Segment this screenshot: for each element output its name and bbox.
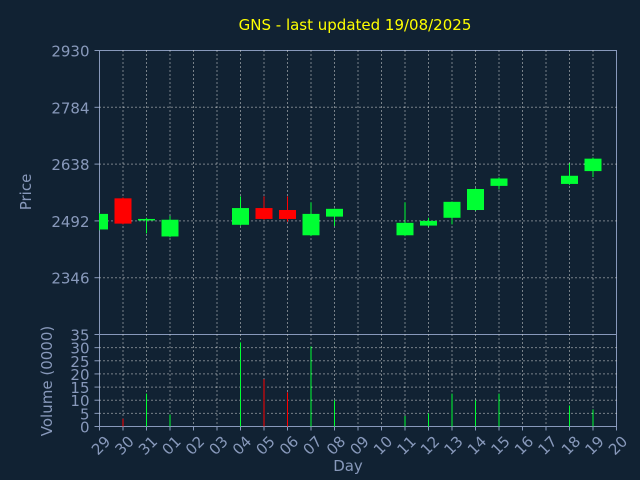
candle-body bbox=[138, 218, 155, 221]
candle-body bbox=[396, 222, 414, 236]
chart-title: GNS - last updated 19/08/2025 bbox=[239, 16, 472, 34]
day-tick-label: 19 bbox=[582, 433, 608, 459]
candle-body bbox=[326, 208, 343, 217]
day-tick-label: 13 bbox=[441, 433, 467, 459]
candle-body bbox=[561, 175, 578, 184]
price-tick-label: 2346 bbox=[51, 270, 89, 288]
candle-body bbox=[279, 210, 296, 219]
day-tick-label: 06 bbox=[276, 433, 302, 459]
day-tick-label: 04 bbox=[229, 433, 255, 459]
day-tick-label: 02 bbox=[182, 433, 208, 459]
day-x-ticks: 2930310102030405060708091011121314151617… bbox=[88, 426, 631, 459]
price-tick-label: 2930 bbox=[51, 43, 89, 61]
volume-tick-label: 0 bbox=[80, 419, 90, 437]
day-tick-label: 10 bbox=[370, 433, 396, 459]
x-axis-label: Day bbox=[333, 457, 363, 475]
candle-body bbox=[161, 219, 179, 237]
day-tick-label: 01 bbox=[159, 433, 185, 459]
candle-body bbox=[467, 188, 484, 211]
day-tick-label: 08 bbox=[323, 433, 349, 459]
day-tick-label: 16 bbox=[511, 433, 537, 459]
candle-body bbox=[490, 178, 508, 186]
price-grid bbox=[99, 50, 617, 335]
price-y-ticks: 2930 2784 2638 2492 2346 bbox=[51, 43, 100, 288]
day-tick-label: 12 bbox=[417, 433, 443, 459]
candle-body bbox=[114, 198, 132, 224]
candle-body bbox=[255, 208, 273, 219]
price-panel-frame bbox=[99, 50, 617, 335]
day-tick-label: 11 bbox=[394, 433, 420, 459]
day-tick-label: 31 bbox=[135, 433, 161, 459]
day-tick-label: 18 bbox=[558, 433, 584, 459]
day-tick-label: 17 bbox=[535, 433, 561, 459]
volume-axis-label: Volume (0000) bbox=[38, 326, 56, 436]
day-tick-label: 09 bbox=[347, 433, 373, 459]
candle-body bbox=[584, 158, 602, 172]
day-tick-label: 05 bbox=[253, 433, 279, 459]
day-tick-label: 30 bbox=[112, 433, 138, 459]
candle-body bbox=[443, 201, 461, 218]
price-tick-label: 2492 bbox=[51, 213, 89, 231]
chart-canvas: GNS - last updated 19/08/2025 2930 2784 26… bbox=[17, 16, 631, 475]
day-tick-label: 07 bbox=[300, 433, 326, 459]
volume-panel-frame bbox=[99, 334, 617, 427]
price-tick-label: 2638 bbox=[51, 156, 89, 174]
candle-body bbox=[99, 213, 108, 230]
candle-body bbox=[302, 213, 320, 236]
volume-y-ticks: 35302520151050 bbox=[70, 327, 100, 437]
candle-body bbox=[232, 208, 249, 225]
candle-body bbox=[420, 220, 437, 226]
day-tick-label: 03 bbox=[206, 433, 232, 459]
day-tick-label: 29 bbox=[88, 433, 114, 459]
volume-grid bbox=[99, 334, 617, 427]
price-tick-label: 2784 bbox=[51, 99, 89, 117]
candles bbox=[99, 157, 602, 238]
day-tick-label: 20 bbox=[605, 433, 631, 459]
day-tick-label: 15 bbox=[488, 433, 514, 459]
day-tick-label: 14 bbox=[464, 433, 490, 459]
price-axis-label: Price bbox=[17, 174, 35, 211]
